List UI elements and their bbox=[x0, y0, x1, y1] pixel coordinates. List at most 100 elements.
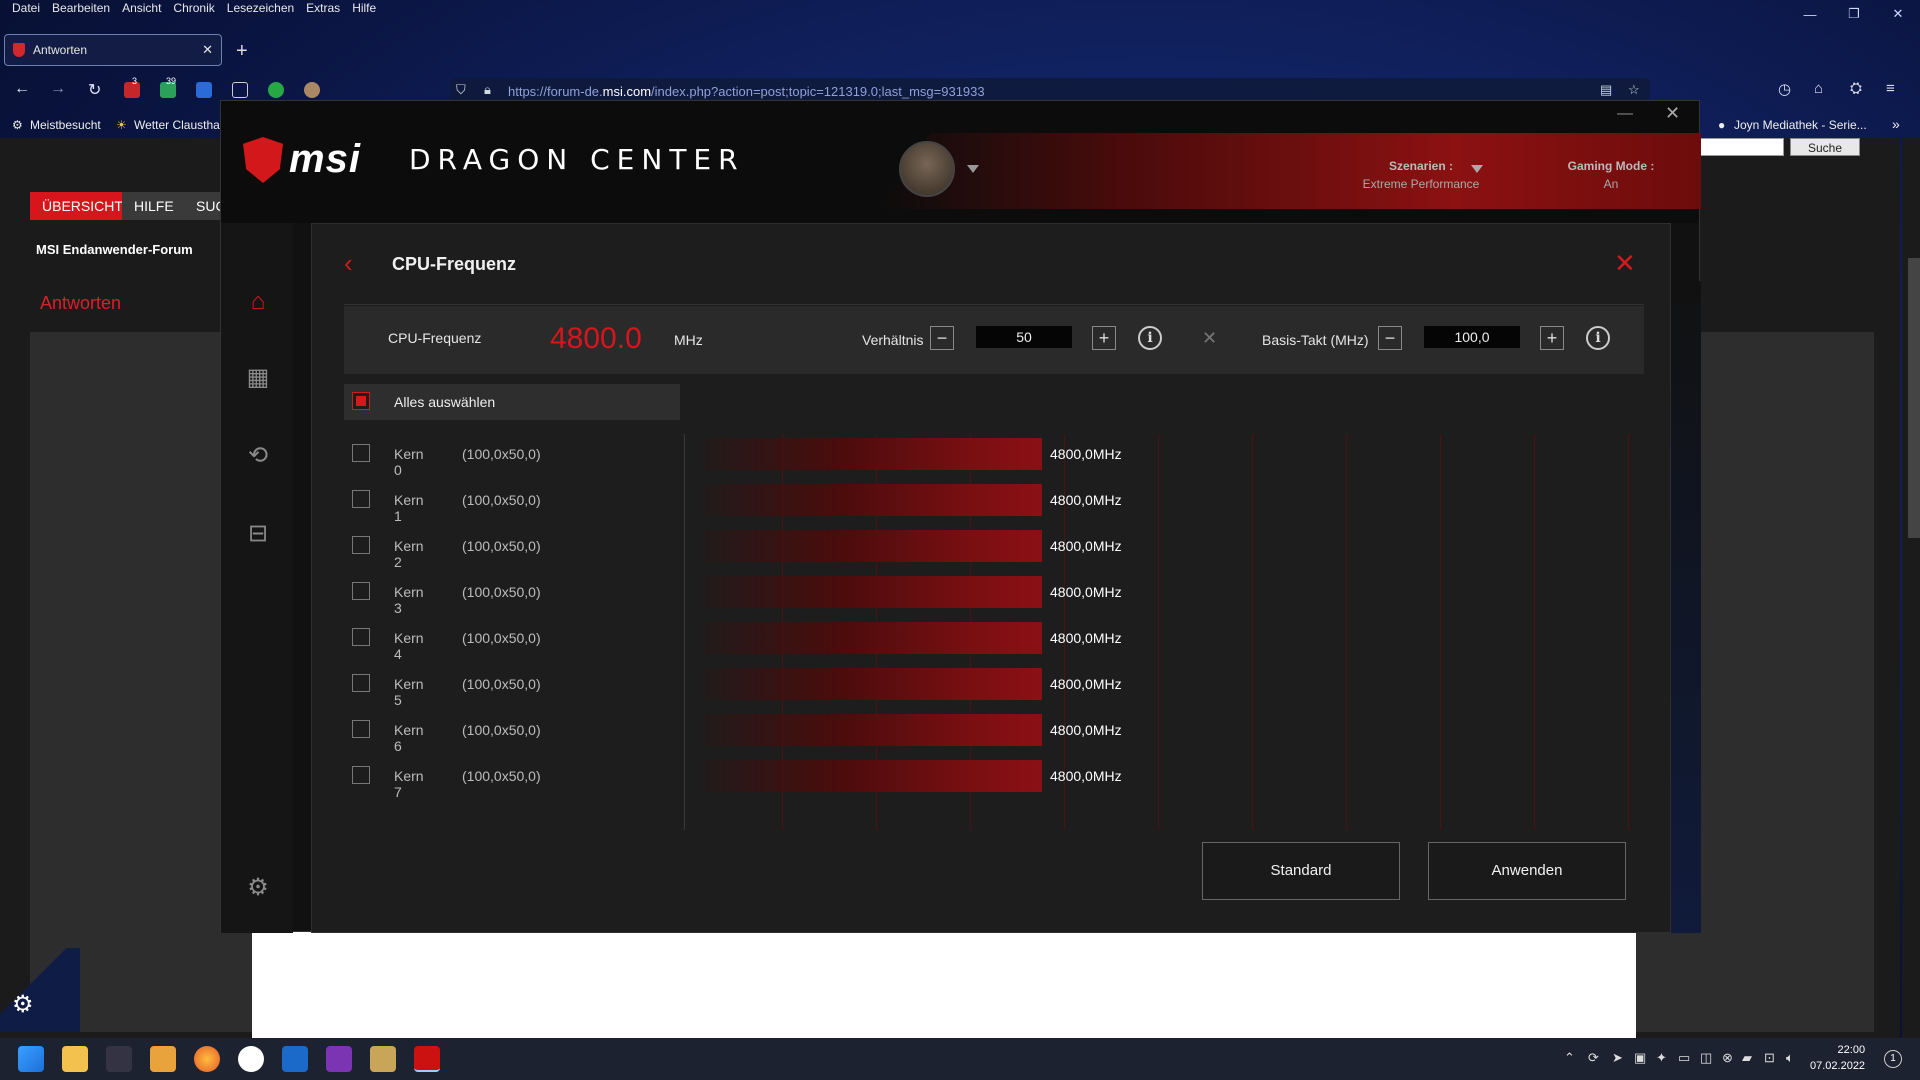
forum-editor[interactable] bbox=[252, 932, 1636, 1038]
core-checkbox[interactable] bbox=[352, 628, 370, 646]
network-sync-icon[interactable]: ⟲ bbox=[243, 441, 273, 471]
tab-antworten[interactable]: Antworten ✕ bbox=[4, 34, 222, 66]
core-checkbox[interactable] bbox=[352, 536, 370, 554]
menu-datei[interactable]: Datei bbox=[6, 0, 46, 20]
reader-view-icon[interactable]: ▤ bbox=[1600, 82, 1612, 98]
history-icon[interactable]: ◷ bbox=[1778, 80, 1791, 98]
play-extension-icon[interactable] bbox=[268, 82, 284, 98]
panel-close-icon[interactable]: ✕ bbox=[1614, 248, 1636, 279]
tray-chat-icon[interactable]: ▭ bbox=[1678, 1050, 1690, 1066]
restore-icon[interactable]: ❐ bbox=[1832, 0, 1876, 28]
core-checkbox[interactable] bbox=[352, 582, 370, 600]
select-all-checkbox[interactable] bbox=[352, 392, 370, 410]
forum-search-button[interactable]: Suche bbox=[1790, 138, 1860, 156]
new-tab-icon[interactable]: + bbox=[236, 40, 248, 63]
dc-sidebar: ⌂ ▦ ⟲ ⊟ ⚙ bbox=[221, 223, 293, 933]
home-icon[interactable]: ⌂ bbox=[1814, 80, 1823, 97]
back-icon[interactable]: ← bbox=[14, 80, 30, 98]
ratio-increase-button[interactable]: + bbox=[1092, 326, 1116, 350]
tray-sync-icon[interactable]: ⟳ bbox=[1588, 1050, 1599, 1066]
close-icon[interactable]: ✕ bbox=[1876, 0, 1920, 28]
settings-gear-icon[interactable]: ⚙ bbox=[12, 990, 34, 1019]
bookmark-joyn[interactable]: Joyn Mediathek - Serie... bbox=[1734, 118, 1867, 132]
bookmark-wetter[interactable]: Wetter Claustha bbox=[134, 118, 220, 132]
core-checkbox[interactable] bbox=[352, 674, 370, 692]
core-multiplier: (100,0x50,0) bbox=[462, 538, 541, 554]
toolbox-icon[interactable]: ⊟ bbox=[243, 519, 273, 549]
scrollbar-thumb[interactable] bbox=[1908, 258, 1920, 538]
base-clock-input[interactable]: 100,0 bbox=[1424, 326, 1520, 348]
tray-game-icon[interactable]: ✦ bbox=[1656, 1050, 1667, 1066]
extensions-icon[interactable]: ⛭ bbox=[1850, 80, 1862, 97]
tray-monitor-icon[interactable]: ▣ bbox=[1634, 1050, 1646, 1066]
base-info-icon[interactable]: i bbox=[1586, 326, 1610, 350]
home-icon[interactable]: ⌂ bbox=[243, 287, 273, 317]
ratio-decrease-button[interactable]: − bbox=[930, 326, 954, 350]
hamburger-menu-icon[interactable]: ≡ bbox=[1886, 80, 1895, 97]
translate-extension-icon[interactable] bbox=[232, 82, 248, 98]
bookmark-meistbesucht[interactable]: Meistbesucht bbox=[30, 118, 101, 132]
menu-bar: Datei Bearbeiten Ansicht Chronik Lesezei… bbox=[0, 0, 1920, 20]
reload-icon[interactable]: ↻ bbox=[88, 80, 101, 100]
tab-close-icon[interactable]: ✕ bbox=[202, 42, 213, 58]
minimize-icon[interactable]: — bbox=[1788, 0, 1832, 28]
notification-badge[interactable]: 1 bbox=[1884, 1050, 1902, 1068]
firefox-icon[interactable] bbox=[194, 1046, 220, 1072]
menu-hilfe[interactable]: Hilfe bbox=[346, 0, 382, 20]
standard-button[interactable]: Standard bbox=[1202, 842, 1400, 900]
clock-app-icon[interactable] bbox=[238, 1046, 264, 1072]
forum-tab-hilfe[interactable]: HILFE bbox=[122, 192, 186, 220]
menu-chronik[interactable]: Chronik bbox=[167, 0, 220, 20]
settings-gear-icon[interactable]: ⚙ bbox=[243, 873, 273, 903]
face-extension-icon[interactable] bbox=[304, 82, 320, 98]
tray-network-icon[interactable]: ⊡ bbox=[1764, 1050, 1775, 1066]
tray-dragon-icon[interactable]: ▰ bbox=[1742, 1050, 1752, 1066]
windows-start-icon[interactable] bbox=[18, 1046, 44, 1072]
tray-xbox-icon[interactable]: ⊗ bbox=[1722, 1050, 1733, 1066]
base-decrease-button[interactable]: − bbox=[1378, 326, 1402, 350]
file-explorer-icon[interactable] bbox=[62, 1046, 88, 1072]
back-arrow-icon[interactable]: ‹ bbox=[344, 248, 353, 279]
s-extension-icon[interactable] bbox=[196, 82, 212, 98]
scenario-selector[interactable]: Szenarien : Extreme Performance bbox=[1329, 159, 1513, 191]
core-checkbox[interactable] bbox=[352, 766, 370, 784]
tracking-shield-icon[interactable]: ⛉ bbox=[456, 82, 466, 98]
menu-bearbeiten[interactable]: Bearbeiten bbox=[46, 0, 116, 20]
ratio-input[interactable]: 50 bbox=[976, 326, 1072, 348]
grid-apps-icon[interactable]: ▦ bbox=[243, 363, 273, 393]
scenario-dropdown-icon[interactable] bbox=[1471, 165, 1483, 173]
outlook-icon[interactable] bbox=[282, 1046, 308, 1072]
forum-search-input[interactable] bbox=[1700, 138, 1784, 156]
taskbar-clock[interactable]: 22:00 07.02.2022 bbox=[1810, 1042, 1865, 1074]
lock-icon[interactable]: 🔒︎ bbox=[484, 82, 491, 98]
core-checkbox[interactable] bbox=[352, 720, 370, 738]
tray-volume-icon[interactable]: 🔈︎ bbox=[1786, 1050, 1794, 1066]
user-avatar[interactable] bbox=[899, 141, 955, 197]
tray-cursor-icon[interactable]: ➤ bbox=[1612, 1050, 1623, 1066]
avatar-dropdown-icon[interactable] bbox=[967, 165, 979, 173]
menu-lesezeichen[interactable]: Lesezeichen bbox=[221, 0, 300, 20]
base-increase-button[interactable]: + bbox=[1540, 326, 1564, 350]
dragon-center-taskbar-icon[interactable] bbox=[414, 1046, 440, 1072]
select-all-row[interactable]: Alles auswählen bbox=[344, 384, 680, 420]
menu-ansicht[interactable]: Ansicht bbox=[116, 0, 167, 20]
gaming-mode[interactable]: Gaming Mode : An bbox=[1551, 159, 1671, 191]
tray-chevron-up-icon[interactable]: ⌃ bbox=[1564, 1050, 1575, 1066]
desktop-icon[interactable] bbox=[106, 1046, 132, 1072]
game-app-icon[interactable] bbox=[370, 1046, 396, 1072]
ratio-info-icon[interactable]: i bbox=[1138, 326, 1162, 350]
onenote-icon[interactable] bbox=[326, 1046, 352, 1072]
menu-extras[interactable]: Extras bbox=[300, 0, 346, 20]
core-checkbox[interactable] bbox=[352, 444, 370, 462]
dc-minimize-icon[interactable]: — bbox=[1617, 105, 1633, 123]
tray-outlook-icon[interactable]: ◫ bbox=[1700, 1050, 1712, 1066]
media-player-icon[interactable] bbox=[150, 1046, 176, 1072]
bookmark-star-icon[interactable]: ☆ bbox=[1628, 82, 1640, 98]
page-scrollbar[interactable] bbox=[1902, 138, 1920, 1038]
core-checkbox[interactable] bbox=[352, 490, 370, 508]
apply-button[interactable]: Anwenden bbox=[1428, 842, 1626, 900]
dc-close-icon[interactable]: ✕ bbox=[1665, 103, 1680, 124]
forward-icon[interactable]: → bbox=[50, 80, 66, 98]
chevron-right-icon[interactable]: » bbox=[1892, 116, 1900, 132]
forum-tab-uebersicht[interactable]: ÜBERSICHT bbox=[30, 192, 135, 220]
